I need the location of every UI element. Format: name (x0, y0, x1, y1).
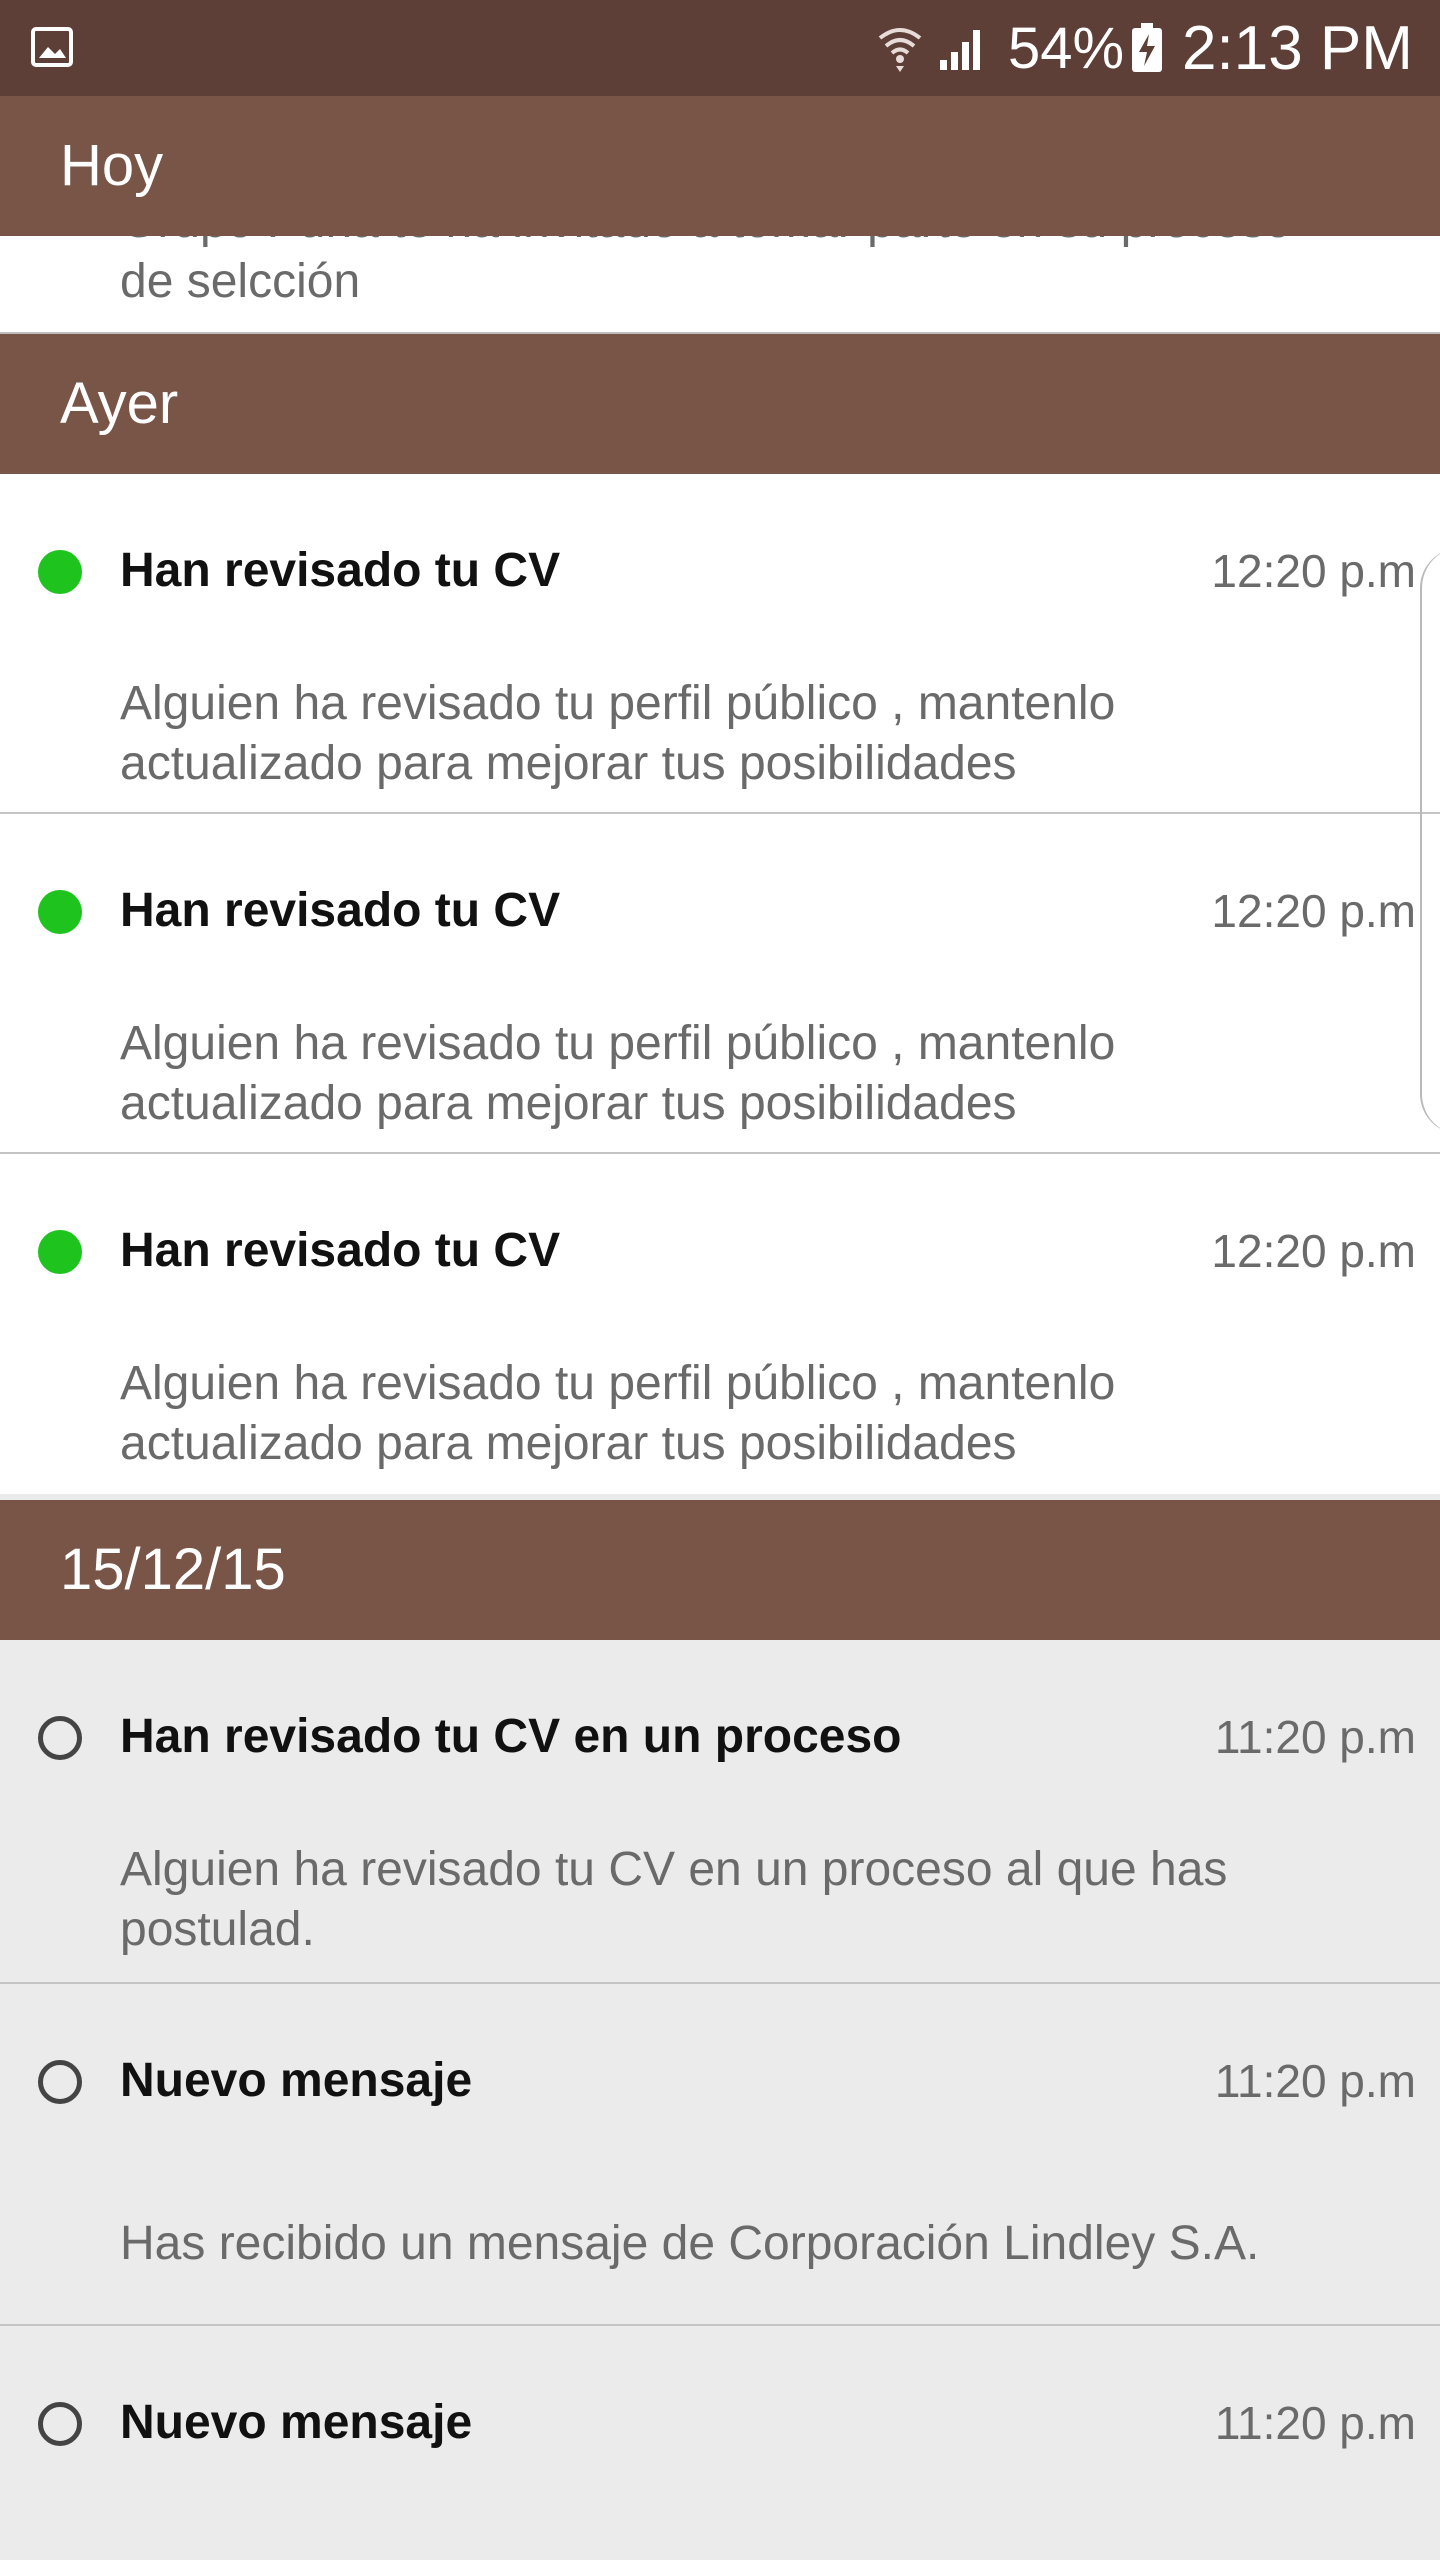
item-time: 11:20 p.m (1214, 1711, 1416, 1763)
list-item[interactable]: Grupo Puna te ha invitado a tomar parte … (0, 230, 1440, 334)
item-body: Alguien ha revisado tu perfil público , … (120, 1357, 1116, 1470)
item-body: Has recibido un mensaje de Corporación L… (120, 2217, 1260, 2270)
list-item[interactable]: Nuevo mensaje 11:20 p.m Has recibido un … (0, 1984, 1440, 2326)
item-title: Han revisado tu CV (120, 1224, 561, 1277)
item-time: 12:20 p.m (1211, 1225, 1416, 1277)
item-time: 11:20 p.m (1214, 2397, 1416, 2449)
clock: 2:13 PM (1182, 14, 1413, 83)
unread-dot-icon (38, 890, 82, 934)
section-header-hoy: Hoy (0, 96, 1440, 236)
section-label: 15/12/15 (60, 1537, 286, 1602)
section-label: Hoy (60, 133, 164, 198)
list-item[interactable]: Han revisado tu CV 12:20 p.m Alguien ha … (0, 1154, 1440, 1494)
unread-dot-icon (38, 1230, 82, 1274)
item-title: Nuevo mensaje (120, 2396, 473, 2449)
item-time: 12:20 p.m (1211, 545, 1416, 597)
item-body: Alguien ha revisado tu CV en un proceso … (120, 1843, 1228, 1956)
list-item[interactable]: Han revisado tu CV 12:20 p.m Alguien ha … (0, 474, 1440, 814)
item-body: Alguien ha revisado tu perfil público , … (120, 677, 1116, 790)
item-time: 12:20 p.m (1211, 885, 1416, 937)
item-body: Grupo Puna te ha invitado a tomar parte … (120, 230, 1291, 308)
list-item[interactable]: Han revisado tu CV en un proceso 11:20 p… (0, 1640, 1440, 1984)
list-item[interactable]: Han revisado tu CV 12:20 p.m Alguien ha … (0, 814, 1440, 1154)
item-body: Alguien ha revisado tu perfil público , … (120, 1017, 1116, 1130)
status-bar: 54% 2:13 PM (0, 0, 1440, 96)
item-title: Nuevo mensaje (120, 2054, 473, 2107)
wifi-icon (878, 28, 922, 72)
read-circle-icon (38, 1716, 82, 1760)
battery-percentage: 54% (1008, 16, 1125, 81)
read-circle-icon (38, 2060, 82, 2104)
section-header-date: 15/12/15 (0, 1500, 1440, 1640)
item-title: Han revisado tu CV (120, 884, 561, 937)
section-header-ayer: Ayer (0, 334, 1440, 474)
read-circle-icon (38, 2402, 82, 2446)
scroll-edge-indicator[interactable] (1420, 548, 1440, 1134)
unread-dot-icon (38, 550, 82, 594)
item-title: Han revisado tu CV en un proceso (120, 1710, 902, 1763)
item-time: 11:20 p.m (1214, 2055, 1416, 2107)
gallery-icon (31, 27, 73, 67)
list-item[interactable]: Nuevo mensaje 11:20 p.m (0, 2326, 1440, 2560)
section-label: Ayer (60, 371, 179, 436)
item-title: Han revisado tu CV (120, 544, 561, 597)
battery-charging-icon (1132, 23, 1162, 72)
signal-icon (940, 30, 980, 70)
